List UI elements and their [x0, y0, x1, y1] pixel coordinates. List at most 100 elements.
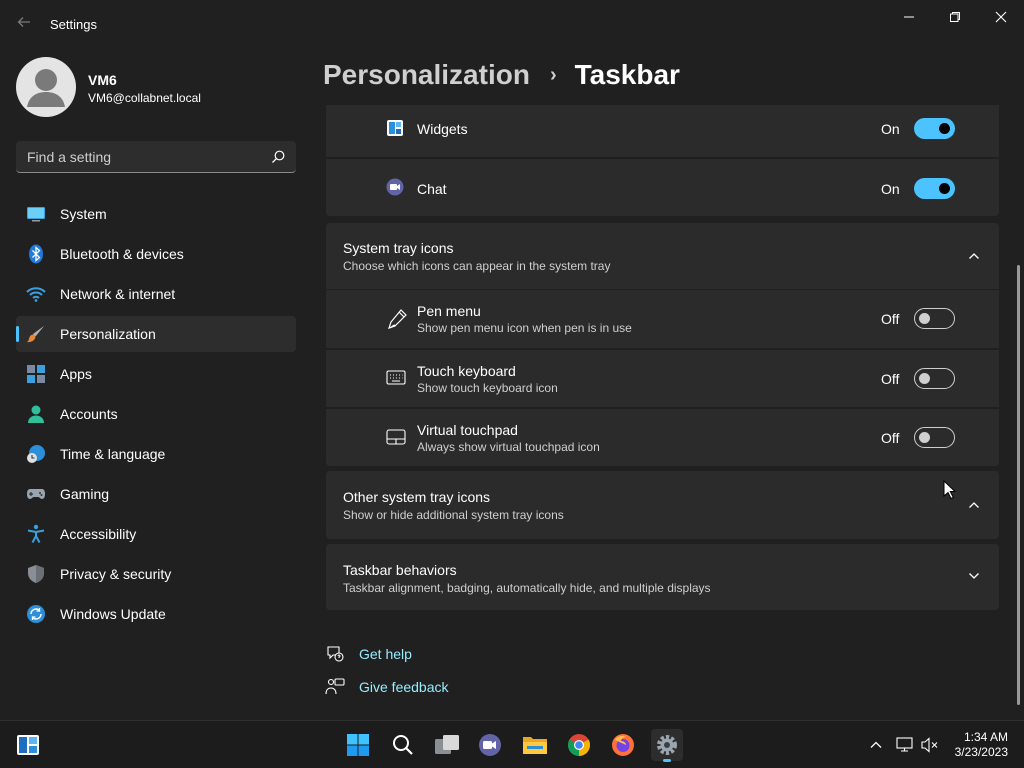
task-view-icon: [435, 735, 459, 754]
active-app-indicator: [663, 759, 671, 762]
setting-label: Pen menu: [417, 303, 481, 319]
sidebar-item-label: Privacy & security: [60, 566, 172, 582]
give-feedback-text[interactable]: Give feedback: [359, 679, 449, 695]
breadcrumb-parent[interactable]: Personalization: [323, 59, 530, 91]
get-help-link[interactable]: Get help: [325, 644, 412, 664]
sidebar-item-label: System: [60, 206, 107, 222]
sidebar-item-apps[interactable]: Apps: [16, 356, 296, 392]
system-tray-section-header[interactable]: System tray icons Choose which icons can…: [326, 223, 999, 289]
sidebar-item-accessibility[interactable]: Accessibility: [16, 516, 296, 552]
search-input[interactable]: [16, 141, 266, 172]
teams-chat-icon: [479, 734, 501, 756]
sidebar-item-label: Gaming: [60, 486, 110, 502]
sidebar-item-system[interactable]: System: [16, 196, 296, 232]
section-subtitle: Show or hide additional system tray icon…: [343, 508, 564, 522]
wifi-icon: [26, 284, 46, 304]
pen-icon: [386, 308, 407, 329]
title-bar: Settings: [0, 0, 1024, 48]
maximize-button[interactable]: [932, 6, 978, 28]
chevron-up-icon[interactable]: [967, 249, 981, 263]
search-box[interactable]: [16, 141, 296, 173]
taskbar-behaviors-section[interactable]: Taskbar behaviors Taskbar alignment, bad…: [326, 544, 999, 610]
app-title: Settings: [50, 17, 97, 32]
give-feedback-link[interactable]: Give feedback: [325, 677, 449, 697]
toggle-knob: [919, 313, 930, 324]
avatar[interactable]: [16, 57, 76, 117]
chat-taskbar-button[interactable]: [474, 729, 506, 761]
sidebar-item-gaming[interactable]: Gaming: [16, 476, 296, 512]
search-icon: [393, 735, 413, 755]
show-hidden-icons-button[interactable]: [861, 729, 891, 761]
toggle-state-text: Off: [881, 371, 900, 387]
feedback-icon: [325, 677, 345, 697]
touchpad-icon: [386, 428, 406, 448]
sidebar-item-time-language[interactable]: Time & language: [16, 436, 296, 472]
chat-toggle[interactable]: [914, 178, 955, 199]
monitor-icon: [26, 204, 46, 224]
chevron-down-icon[interactable]: [967, 569, 981, 583]
brush-icon: [26, 324, 46, 344]
setting-row-widgets: Widgets On: [326, 105, 999, 157]
globe-clock-icon: [26, 444, 46, 464]
touch-keyboard-toggle[interactable]: [914, 368, 955, 389]
chevron-up-icon[interactable]: [967, 498, 981, 512]
sidebar-item-personalization[interactable]: Personalization: [16, 316, 296, 352]
setting-description: Show touch keyboard icon: [417, 381, 558, 395]
widgets-toggle[interactable]: [914, 118, 955, 139]
search-icon[interactable]: [270, 149, 286, 165]
sidebar-item-label: Network & internet: [60, 286, 176, 302]
pen-menu-toggle[interactable]: [914, 308, 955, 329]
task-view-button[interactable]: [431, 729, 463, 761]
clock-time: 1:34 AM: [963, 730, 1008, 744]
content-scrollbar[interactable]: [1017, 265, 1020, 705]
setting-label: Widgets: [417, 121, 468, 137]
sidebar-item-network[interactable]: Network & internet: [16, 276, 296, 312]
sidebar-item-windows-update[interactable]: Windows Update: [16, 596, 296, 632]
accessibility-icon: [26, 524, 46, 544]
folder-icon: [523, 737, 547, 754]
toggle-state-text: Off: [881, 311, 900, 327]
chrome-button[interactable]: [563, 729, 595, 761]
section-title: System tray icons: [343, 240, 454, 256]
firefox-button[interactable]: [607, 729, 639, 761]
help-chat-icon: [325, 644, 345, 664]
sidebar-item-privacy[interactable]: Privacy & security: [16, 556, 296, 592]
sidebar-item-label: Time & language: [60, 446, 166, 462]
sidebar-item-label: Personalization: [60, 326, 156, 342]
sidebar-item-bluetooth[interactable]: Bluetooth & devices: [16, 236, 296, 272]
user-name: VM6: [88, 72, 117, 88]
section-title: Taskbar behaviors: [343, 562, 457, 578]
toggle-knob: [939, 123, 950, 134]
file-explorer-button[interactable]: [519, 729, 551, 761]
gear-icon: [657, 735, 677, 755]
bluetooth-icon: [26, 244, 46, 264]
page-title: Taskbar: [574, 59, 680, 90]
toggle-state-text: Off: [881, 430, 900, 446]
sidebar-item-accounts[interactable]: Accounts: [16, 396, 296, 432]
firefox-icon: [612, 734, 634, 756]
settings-content: Widgets On Chat On System tray icons Cho…: [326, 105, 1000, 625]
system-clock[interactable]: 1:34 AM 3/23/2023: [955, 730, 1008, 760]
start-button[interactable]: [342, 729, 374, 761]
widgets-taskbar-button[interactable]: [12, 729, 44, 761]
other-tray-section[interactable]: Other system tray icons Show or hide add…: [326, 471, 999, 539]
search-taskbar-button[interactable]: [387, 729, 419, 761]
windows-logo-icon: [347, 734, 369, 756]
volume-muted-icon: [921, 737, 938, 753]
volume-tray-button[interactable]: [915, 729, 945, 761]
breadcrumb: Personalization › Taskbar: [323, 59, 680, 91]
gamepad-icon: [26, 484, 46, 504]
close-button[interactable]: [978, 6, 1024, 28]
minimize-button[interactable]: [886, 6, 932, 28]
breadcrumb-separator: ›: [549, 63, 557, 86]
setting-label: Touch keyboard: [417, 363, 516, 379]
keyboard-icon: [386, 369, 406, 389]
widgets-icon: [386, 119, 406, 139]
settings-taskbar-button[interactable]: [651, 729, 683, 762]
setting-label: Virtual touchpad: [417, 422, 518, 438]
get-help-text[interactable]: Get help: [359, 646, 412, 662]
back-arrow-icon[interactable]: [14, 14, 34, 34]
section-subtitle: Choose which icons can appear in the sys…: [343, 259, 611, 273]
update-icon: [26, 604, 46, 624]
virtual-touchpad-toggle[interactable]: [914, 427, 955, 448]
